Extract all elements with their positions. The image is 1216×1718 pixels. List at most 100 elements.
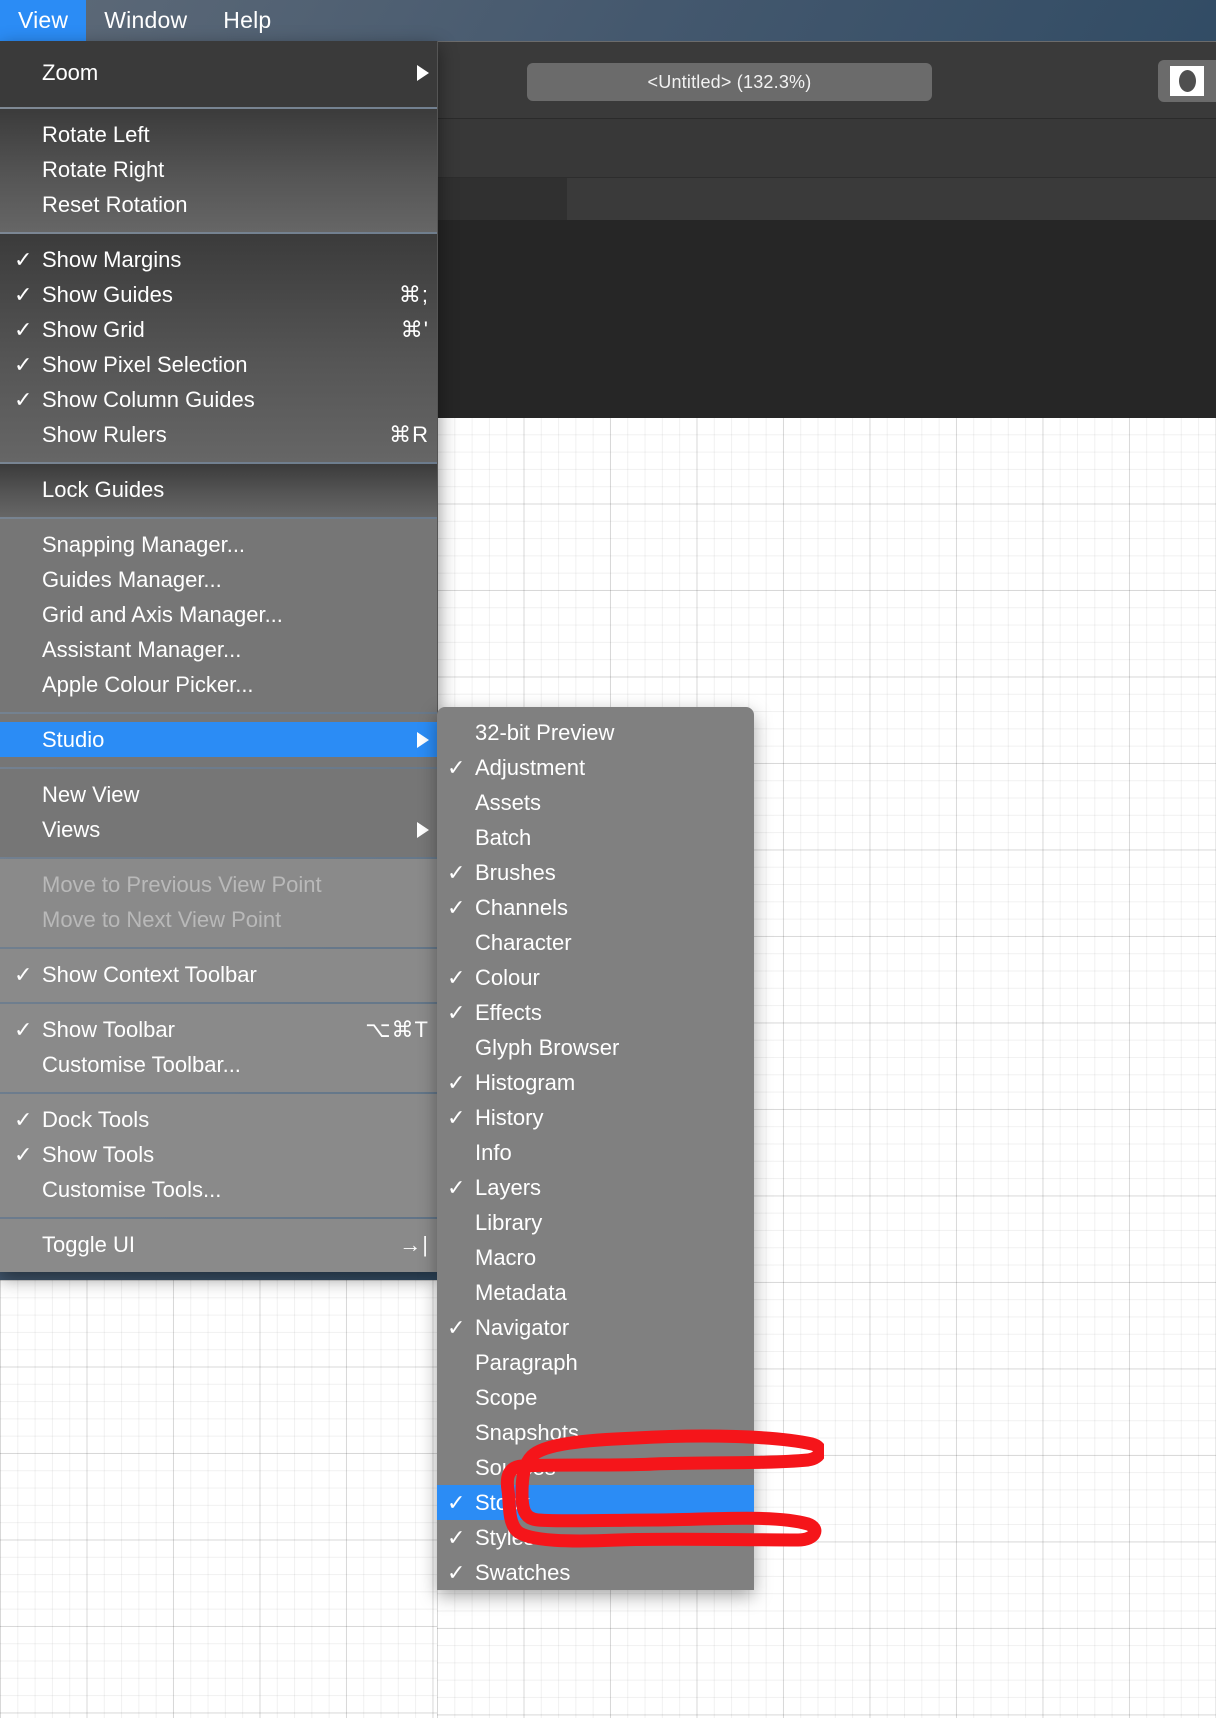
chevron-right-icon xyxy=(417,821,429,838)
menu-item-show-rulers[interactable]: ✓Show Rulers ⌘R xyxy=(0,417,437,452)
studio-item-styles[interactable]: ✓ Styles xyxy=(437,1520,754,1555)
menu-item-grid-and-axis-manager[interactable]: ✓Grid and Axis Manager... xyxy=(0,597,437,632)
checkmark-placeholder: ✓ xyxy=(14,1234,42,1256)
document-tab-strip[interactable] xyxy=(437,178,1216,418)
studio-item-label: Adjustment xyxy=(475,754,586,780)
menu-item-views[interactable]: ✓Views xyxy=(0,812,437,847)
checkmark-icon: ✓ xyxy=(14,1016,33,1042)
ellipse-icon xyxy=(1178,70,1196,92)
studio-item-sources[interactable]: ✓Sources xyxy=(437,1450,754,1485)
menu-item-label: Show Context Toolbar xyxy=(42,961,257,987)
studio-item-info[interactable]: ✓Info xyxy=(437,1135,754,1170)
menu-item-show-guides[interactable]: ✓ Show Guides ⌘; xyxy=(0,277,437,312)
menu-item-label: Views xyxy=(42,816,101,842)
checkmark-placeholder: ✓ xyxy=(14,909,42,931)
menu-item-show-column-guides[interactable]: ✓ Show Column Guides xyxy=(0,382,437,417)
menu-item-show-toolbar[interactable]: ✓ Show Toolbar ⌥⌘T xyxy=(0,1012,437,1047)
studio-item-effects[interactable]: ✓ Effects xyxy=(437,995,754,1030)
checkmark-placeholder: ✓ xyxy=(14,534,42,556)
studio-item-label: History xyxy=(475,1104,544,1130)
checkmark-placeholder: ✓ xyxy=(14,674,42,696)
menu-item-guides-manager[interactable]: ✓Guides Manager... xyxy=(0,562,437,597)
context-toolbar-strip[interactable] xyxy=(437,119,1216,178)
studio-item-label: 32-bit Preview xyxy=(475,719,615,745)
menu-item-studio[interactable]: ✓Studio xyxy=(0,722,437,757)
menu-item-show-tools[interactable]: ✓ Show Tools xyxy=(0,1137,437,1172)
studio-item-swatches[interactable]: ✓ Swatches xyxy=(437,1555,754,1590)
menu-item-new-view[interactable]: ✓New View xyxy=(0,777,437,812)
studio-item-colour[interactable]: ✓ Colour xyxy=(437,960,754,995)
menu-item-label: Show Toolbar xyxy=(42,1016,175,1042)
checkmark-placeholder: ✓ xyxy=(447,722,475,744)
studio-item-metadata[interactable]: ✓Metadata xyxy=(437,1275,754,1310)
checkmark-icon: ✓ xyxy=(14,1141,33,1167)
menu-item-show-context-toolbar[interactable]: ✓ Show Context Toolbar xyxy=(0,957,437,992)
menu-item-rotate-left[interactable]: ✓Rotate Left xyxy=(0,117,437,152)
menubar-item-help[interactable]: Help xyxy=(205,0,289,41)
document-window: <Untitled> (132.3%) xyxy=(437,41,1216,418)
menu-item-dock-tools[interactable]: ✓ Dock Tools xyxy=(0,1102,437,1137)
menu-section-viewpoints: ✓Move to Previous View Point✓Move to Nex… xyxy=(0,859,437,947)
menu-item-zoom[interactable]: ✓Zoom xyxy=(0,49,437,97)
menu-item-assistant-manager[interactable]: ✓Assistant Manager... xyxy=(0,632,437,667)
checkmark-placeholder: ✓ xyxy=(14,1179,42,1201)
document-canvas-lower-left[interactable] xyxy=(0,1280,437,1718)
studio-item-histogram[interactable]: ✓ Histogram xyxy=(437,1065,754,1100)
menu-item-reset-rotation[interactable]: ✓Reset Rotation xyxy=(0,187,437,222)
document-tab-active[interactable] xyxy=(437,178,568,220)
menu-item-customise-tools[interactable]: ✓Customise Tools... xyxy=(0,1172,437,1207)
menu-item-label: Show Grid xyxy=(42,316,145,342)
menu-item-rotate-right[interactable]: ✓Rotate Right xyxy=(0,152,437,187)
studio-item-stock[interactable]: ✓ Stock xyxy=(437,1485,754,1520)
studio-item-channels[interactable]: ✓ Channels xyxy=(437,890,754,925)
studio-item-scope[interactable]: ✓Scope xyxy=(437,1380,754,1415)
studio-item-label: Library xyxy=(475,1209,543,1235)
studio-item-library[interactable]: ✓Library xyxy=(437,1205,754,1240)
studio-item-navigator[interactable]: ✓ Navigator xyxy=(437,1310,754,1345)
checkmark-placeholder: ✓ xyxy=(14,424,42,446)
checkmark-placeholder: ✓ xyxy=(447,1247,475,1269)
menu-item-customise-toolbar[interactable]: ✓Customise Toolbar... xyxy=(0,1047,437,1082)
studio-item-label: Brushes xyxy=(475,859,556,885)
studio-item-history[interactable]: ✓ History xyxy=(437,1100,754,1135)
studio-item-label: Glyph Browser xyxy=(475,1034,620,1060)
studio-item-adjustment[interactable]: ✓ Adjustment xyxy=(437,750,754,785)
menu-section-tools: ✓Dock Tools✓Show Tools✓Customise Tools..… xyxy=(0,1094,437,1217)
studio-item-glyph-browser[interactable]: ✓Glyph Browser xyxy=(437,1030,754,1065)
checkmark-placeholder: ✓ xyxy=(14,124,42,146)
checkmark-placeholder: ✓ xyxy=(14,569,42,591)
document-tab-rest[interactable] xyxy=(567,178,1216,220)
checkmark-placeholder: ✓ xyxy=(447,1352,475,1374)
studio-submenu[interactable]: ✓32-bit Preview✓Adjustment✓Assets✓Batch✓… xyxy=(437,707,754,1590)
studio-item-snapshots[interactable]: ✓Snapshots xyxy=(437,1415,754,1450)
studio-item-batch[interactable]: ✓Batch xyxy=(437,820,754,855)
studio-item-character[interactable]: ✓Character xyxy=(437,925,754,960)
document-title-pill[interactable]: <Untitled> (132.3%) xyxy=(527,63,932,101)
studio-item-label: Snapshots xyxy=(475,1419,579,1445)
menu-item-apple-colour-picker[interactable]: ✓Apple Colour Picker... xyxy=(0,667,437,702)
studio-item-assets[interactable]: ✓Assets xyxy=(437,785,754,820)
studio-item-paragraph[interactable]: ✓Paragraph xyxy=(437,1345,754,1380)
studio-item-macro[interactable]: ✓Macro xyxy=(437,1240,754,1275)
checkmark-placeholder: ✓ xyxy=(447,1422,475,1444)
menu-item-shortcut: ⌘; xyxy=(398,281,429,307)
menubar-item-window[interactable]: Window xyxy=(86,0,205,41)
colour-mode-button[interactable] xyxy=(1158,60,1216,102)
menu-item-snapping-manager[interactable]: ✓Snapping Manager... xyxy=(0,527,437,562)
menu-item-lock-guides[interactable]: ✓Lock Guides xyxy=(0,472,437,507)
studio-item-label: Colour xyxy=(475,964,540,990)
view-dropdown-menu[interactable]: ✓Zoom ✓Rotate Left✓Rotate Right✓Reset Rot… xyxy=(0,41,438,1272)
menu-item-toggle-ui[interactable]: ✓Toggle UI →| xyxy=(0,1227,437,1262)
menu-item-label: Show Rulers xyxy=(42,421,167,447)
studio-item-layers[interactable]: ✓ Layers xyxy=(437,1170,754,1205)
menu-section-context-toolbar: ✓ Show Context Toolbar xyxy=(0,949,437,1002)
menu-item-show-grid[interactable]: ✓ Show Grid ⌘' xyxy=(0,312,437,347)
checkmark-placeholder: ✓ xyxy=(447,1387,475,1409)
checkmark-icon: ✓ xyxy=(14,316,33,342)
menu-item-show-pixel-selection[interactable]: ✓ Show Pixel Selection xyxy=(0,347,437,382)
studio-item-brushes[interactable]: ✓ Brushes xyxy=(437,855,754,890)
menu-item-show-margins[interactable]: ✓ Show Margins xyxy=(0,242,437,277)
menubar-item-view[interactable]: View xyxy=(0,0,87,41)
studio-item-32-bit-preview[interactable]: ✓32-bit Preview xyxy=(437,715,754,750)
checkmark-placeholder: ✓ xyxy=(14,604,42,626)
